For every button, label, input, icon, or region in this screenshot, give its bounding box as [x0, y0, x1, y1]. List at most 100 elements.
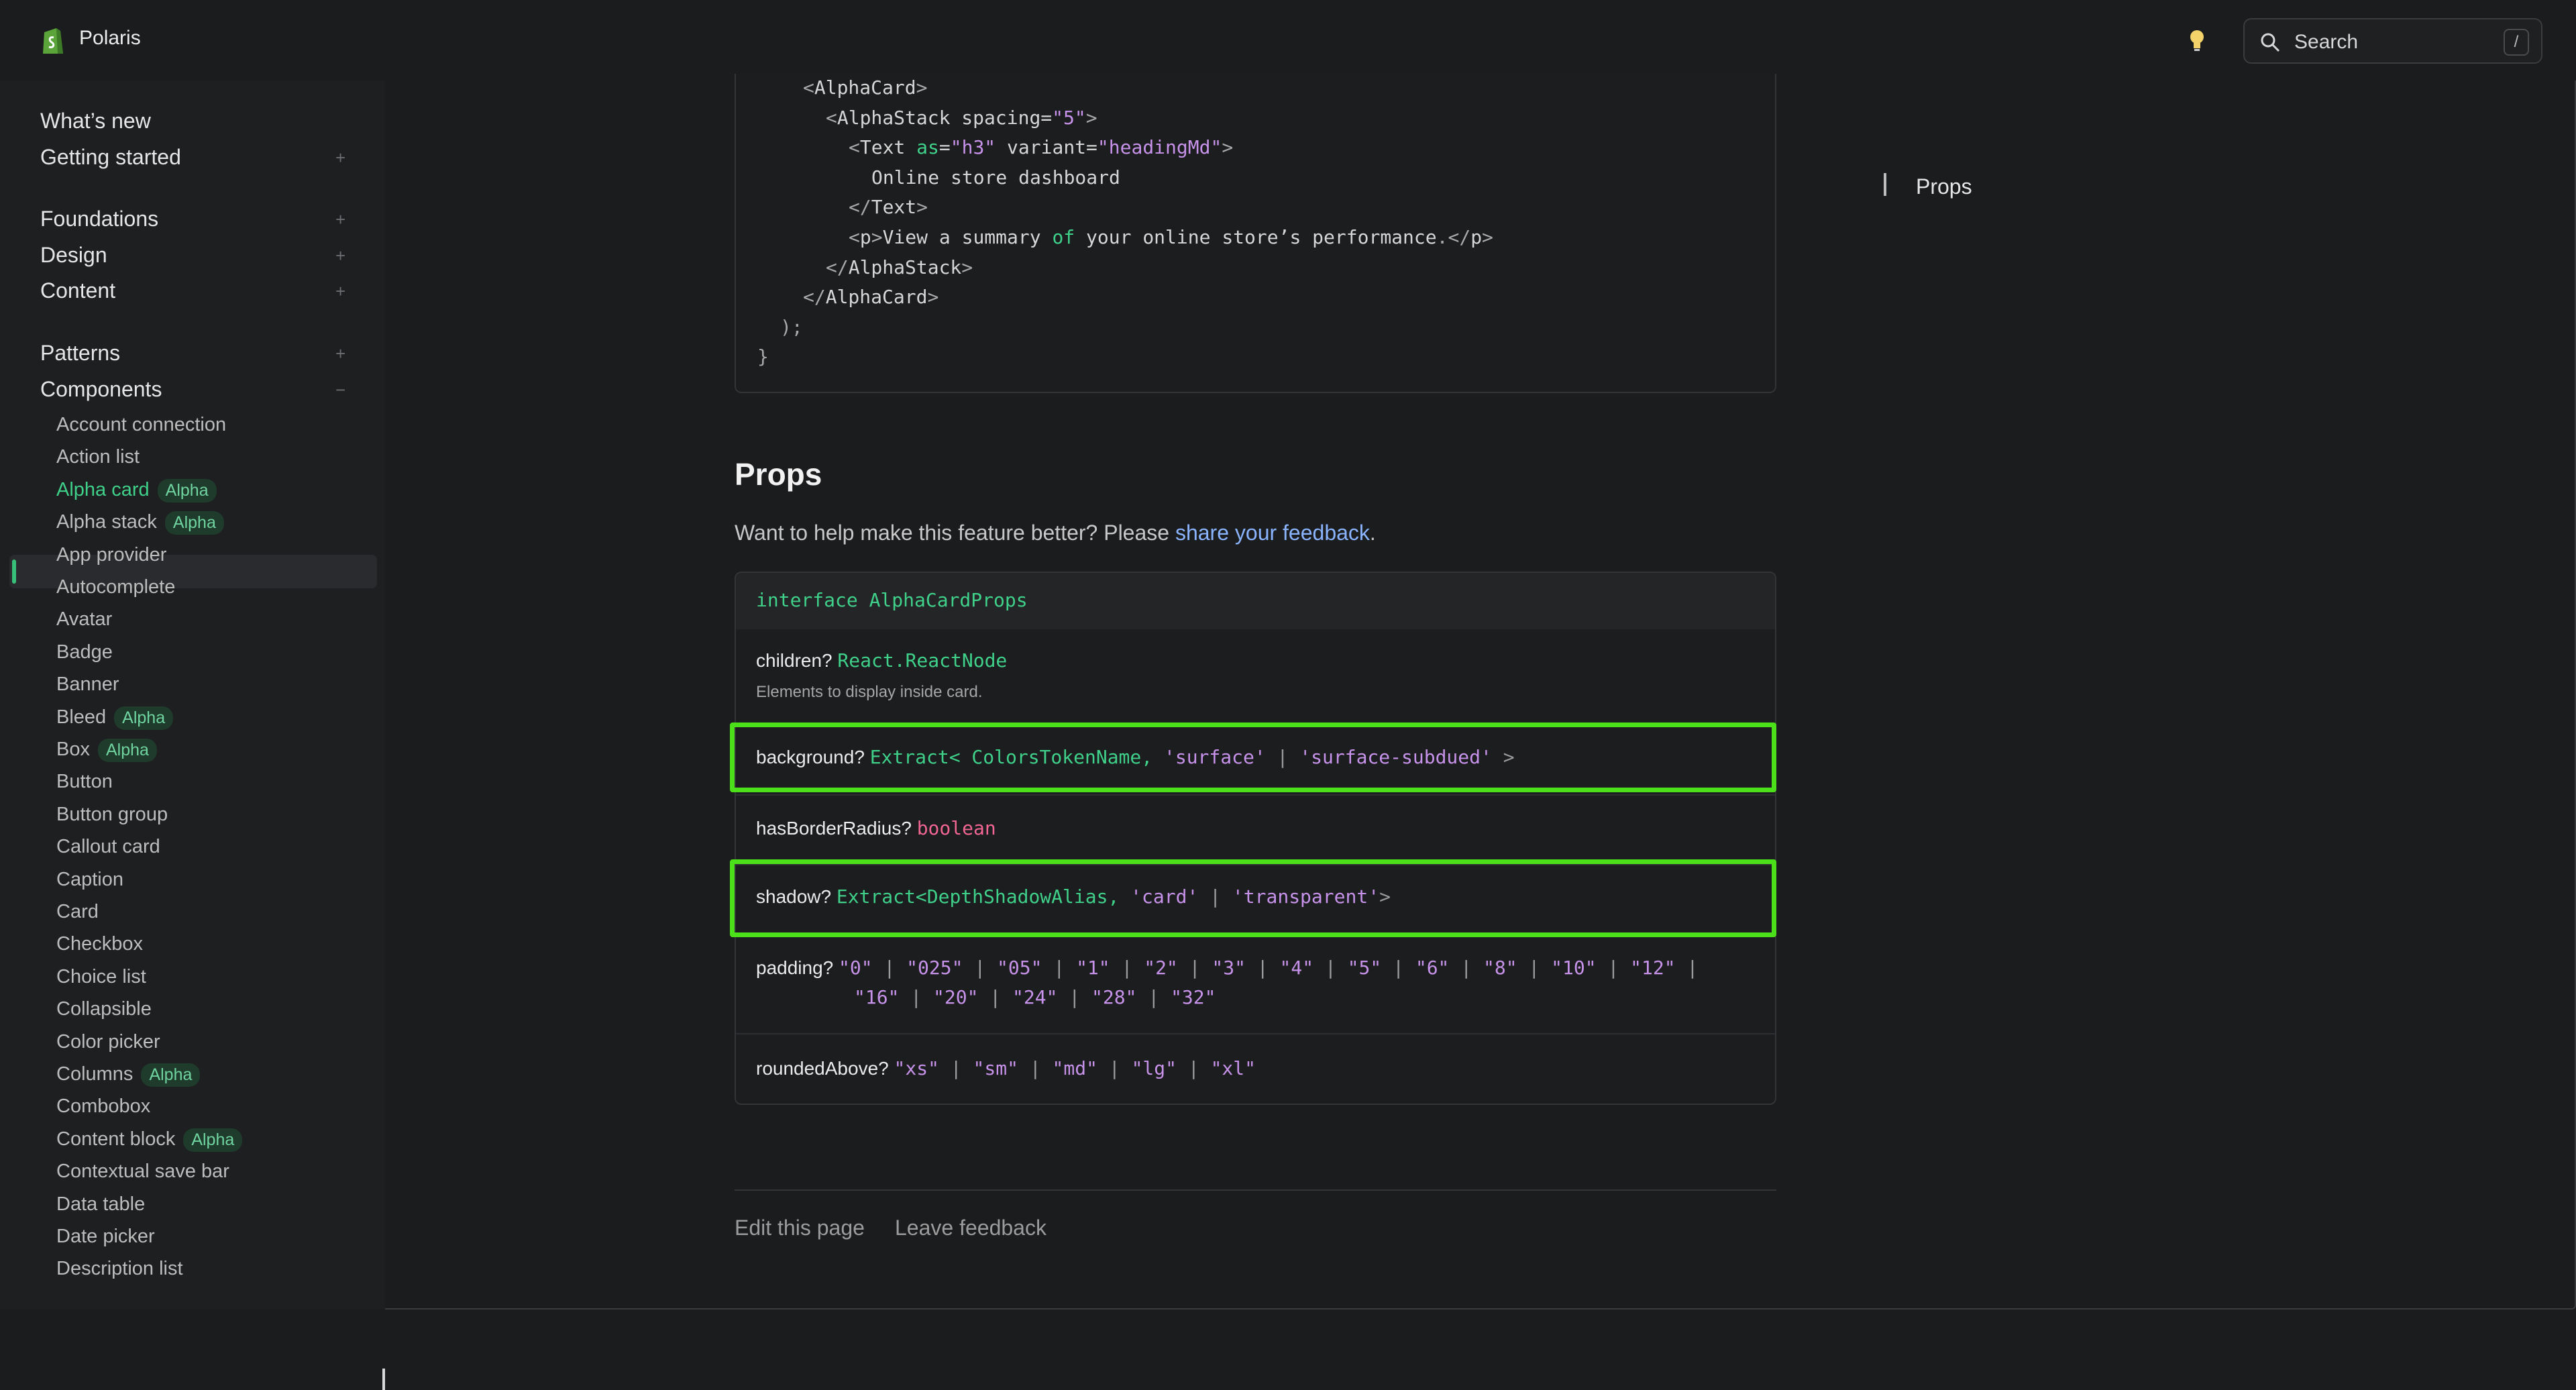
theme-toggle-icon[interactable] [2186, 27, 2208, 54]
sidebar-component-item[interactable]: Columns Alpha [56, 1063, 201, 1087]
sidebar-item-components[interactable]: Components [40, 377, 162, 402]
sidebar-item-patterns[interactable]: Patterns [40, 341, 120, 366]
pipe-separator: | [1042, 957, 1077, 979]
sidebar-item-content[interactable]: Content [40, 278, 115, 303]
sidebar-component-label: Banner [56, 674, 119, 696]
props-desc-text: Want to help make this feature better? P… [735, 521, 1175, 545]
sidebar-item-getting-started[interactable]: Getting started [40, 145, 181, 170]
sidebar-component-item[interactable]: Checkbox [56, 933, 143, 955]
sidebar-component-item[interactable]: Alpha card Alpha [56, 478, 217, 502]
union-value: "16" [854, 986, 900, 1008]
expand-icon[interactable]: + [335, 209, 345, 230]
toc-indicator [1884, 173, 1886, 196]
code-line: ); [780, 316, 803, 338]
sidebar-component-item[interactable]: Action list [56, 446, 140, 468]
props-desc-suffix: . [1369, 521, 1376, 545]
sidebar-component-item[interactable]: Combobox [56, 1095, 150, 1118]
edit-page-link[interactable]: Edit this page [735, 1216, 865, 1240]
sidebar-component-label: Badge [56, 641, 113, 663]
sidebar-component-label: Button [56, 771, 113, 793]
sidebar-component-item[interactable]: Badge [56, 641, 113, 663]
sidebar-component-label: Columns [56, 1063, 133, 1085]
alpha-badge: Alpha [157, 478, 217, 502]
leave-feedback-link[interactable]: Leave feedback [895, 1216, 1046, 1240]
sidebar-component-item[interactable]: Caption [56, 869, 123, 891]
code-token: .</ [1436, 226, 1471, 248]
sidebar-component-item[interactable]: Button group [56, 804, 168, 826]
expand-icon[interactable]: + [335, 246, 345, 266]
code-token: </ [849, 196, 871, 219]
collapse-icon[interactable]: − [335, 380, 345, 400]
alpha-badge: Alpha [114, 706, 174, 730]
sidebar-component-label: Caption [56, 868, 123, 890]
brand-name[interactable]: Polaris [79, 27, 141, 50]
sidebar-component-item[interactable]: Contextual save bar [56, 1161, 229, 1183]
pipe-separator: | [1675, 957, 1699, 979]
pipe-separator: | [899, 986, 934, 1008]
pipe-separator: | [1313, 957, 1348, 979]
expand-icon[interactable]: + [335, 281, 345, 302]
union-value: "3" [1212, 957, 1246, 979]
sidebar-component-label: Collapsible [56, 998, 152, 1020]
sidebar-component-label: Alpha card [56, 478, 150, 500]
sidebar-component-item[interactable]: App provider [56, 544, 166, 566]
code-token: < [849, 136, 860, 159]
sidebar-component-label: Bleed [56, 706, 107, 728]
sidebar-component-item[interactable]: Description list [56, 1258, 183, 1280]
code-token: AlphaStack [837, 106, 962, 129]
code-line: Online store dashboard [871, 166, 1120, 189]
union-value: "24" [1012, 986, 1058, 1008]
code-token: Text [871, 196, 917, 219]
sidebar-scrollbar[interactable] [382, 1369, 385, 1390]
expand-icon[interactable]: + [335, 343, 345, 364]
code-token: "5" [1052, 106, 1086, 129]
sidebar-component-item[interactable]: Bleed Alpha [56, 706, 174, 730]
sidebar-component-item[interactable]: Autocomplete [56, 576, 175, 598]
pipe-separator: | [1177, 957, 1212, 979]
sidebar-component-item[interactable]: Color picker [56, 1031, 160, 1053]
sidebar-component-item[interactable]: Choice list [56, 966, 146, 988]
props-heading: Props [735, 457, 822, 492]
code-token: of [1052, 226, 1075, 248]
sidebar-component-item[interactable]: Button [56, 771, 113, 793]
sidebar-component-item[interactable]: Date picker [56, 1226, 155, 1248]
search-placeholder: Search [2294, 31, 2359, 53]
row-divider [736, 794, 1775, 796]
prop-row-padding: padding? "0" | "025" | "05" | "1" | "2" … [756, 957, 1698, 979]
prop-type-children: React.ReactNode [837, 649, 1008, 672]
sidebar-component-item[interactable]: Callout card [56, 836, 160, 858]
sidebar-component-label: Choice list [56, 965, 146, 987]
search-field[interactable]: Search / [2243, 18, 2542, 64]
shopify-logo-icon[interactable] [39, 24, 66, 56]
sidebar-component-label: Autocomplete [56, 576, 176, 598]
toc-item-props[interactable]: Props [1916, 174, 1972, 199]
sidebar-component-item[interactable]: Collapsible [56, 998, 152, 1020]
sidebar-component-label: Avatar [56, 608, 113, 631]
sidebar-item-foundations[interactable]: Foundations [40, 207, 158, 231]
sidebar-component-item[interactable]: Data table [56, 1193, 145, 1216]
sidebar-component-item[interactable]: Alpha stack Alpha [56, 511, 224, 535]
expand-icon[interactable]: + [335, 148, 345, 168]
code-line: } [757, 345, 769, 368]
pipe-separator: | [1177, 1057, 1211, 1079]
pipe-separator: | [1136, 986, 1171, 1008]
sidebar-item-whats-new[interactable]: What’s new [40, 109, 151, 133]
code-token: > [1222, 136, 1234, 159]
sidebar-component-item[interactable]: Content block Alpha [56, 1128, 243, 1152]
sidebar-component-item[interactable]: Box Alpha [56, 739, 157, 762]
sidebar-component-item[interactable]: Banner [56, 674, 119, 696]
pipe-separator: | [1097, 1057, 1132, 1079]
highlight-box-background [730, 723, 1776, 792]
sidebar-item-design[interactable]: Design [40, 243, 107, 268]
sidebar-component-label: Action list [56, 446, 140, 468]
code-token: Text [859, 136, 917, 159]
pipe-separator: | [1245, 957, 1280, 979]
sidebar-component-item[interactable]: Avatar [56, 608, 112, 631]
share-feedback-link[interactable]: share your feedback [1175, 521, 1370, 545]
sidebar-component-item[interactable]: Card [56, 901, 99, 923]
code-token: < [803, 76, 814, 99]
sidebar-component-label: Checkbox [56, 933, 143, 955]
code-line: </Text> [849, 196, 928, 218]
sidebar-component-item[interactable]: Account connection [56, 414, 226, 436]
code-token: AlphaStack [848, 256, 962, 278]
